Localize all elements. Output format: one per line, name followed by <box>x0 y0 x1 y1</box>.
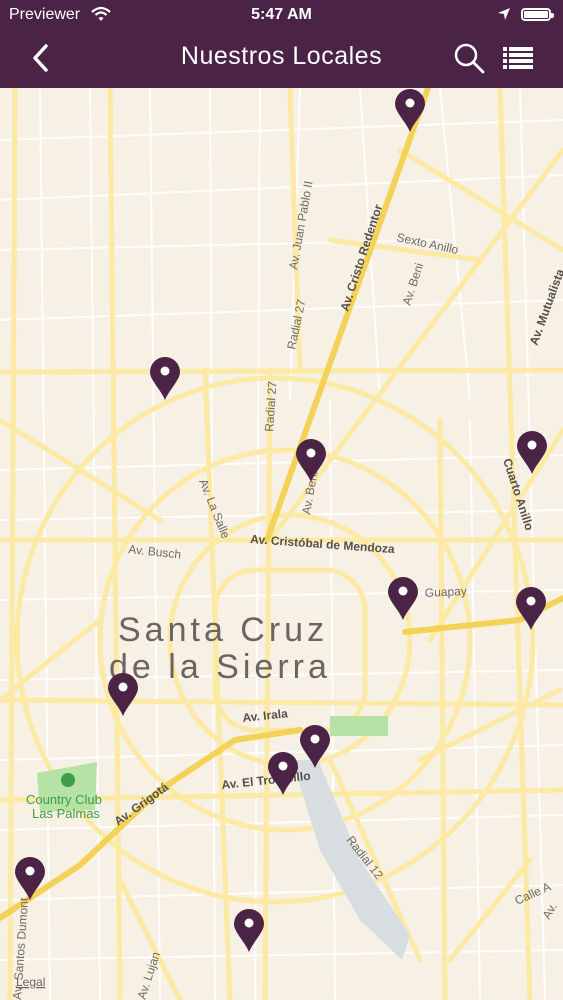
pin-dot <box>398 586 408 596</box>
list-icon <box>503 47 533 69</box>
legal-link[interactable]: Legal <box>16 975 45 989</box>
city-name-line2: de la Sierra <box>109 648 331 686</box>
header: Previewer 5:47 AM Nuestros Locales <box>0 0 563 88</box>
battery-icon <box>521 8 554 21</box>
search-icon <box>454 43 485 74</box>
battery-fill <box>524 11 548 18</box>
pin-dot <box>244 918 254 928</box>
pin-dot <box>278 761 288 771</box>
list-view-button[interactable] <box>500 38 536 83</box>
park-name-line1: Country Club <box>26 792 102 807</box>
park-name-line2: Las Palmas <box>32 806 100 821</box>
pin-dot <box>405 98 415 108</box>
status-bar: Previewer 5:47 AM <box>0 0 563 30</box>
status-time: 5:47 AM <box>251 6 312 23</box>
city-name-line1: Santa Cruz <box>118 611 328 649</box>
pin-dot <box>160 366 170 376</box>
app-screen: Previewer 5:47 AM Nuestros Locales Av. J… <box>0 0 563 1000</box>
pin-dot <box>306 448 316 458</box>
nav-bar: Nuestros Locales <box>0 30 563 88</box>
pin-dot <box>527 440 537 450</box>
green-strip <box>330 716 388 736</box>
map-view[interactable]: Av. Juan Pablo II Av. Cristo Redentor Se… <box>0 88 563 1000</box>
street-label: Guapay <box>424 584 467 600</box>
pin-dot <box>526 596 536 606</box>
location-arrow-icon <box>497 7 511 26</box>
golf-icon <box>61 773 75 787</box>
pin-dot <box>310 734 320 744</box>
pin-dot <box>25 866 35 876</box>
pin-dot <box>118 682 128 692</box>
search-button[interactable] <box>452 38 488 83</box>
